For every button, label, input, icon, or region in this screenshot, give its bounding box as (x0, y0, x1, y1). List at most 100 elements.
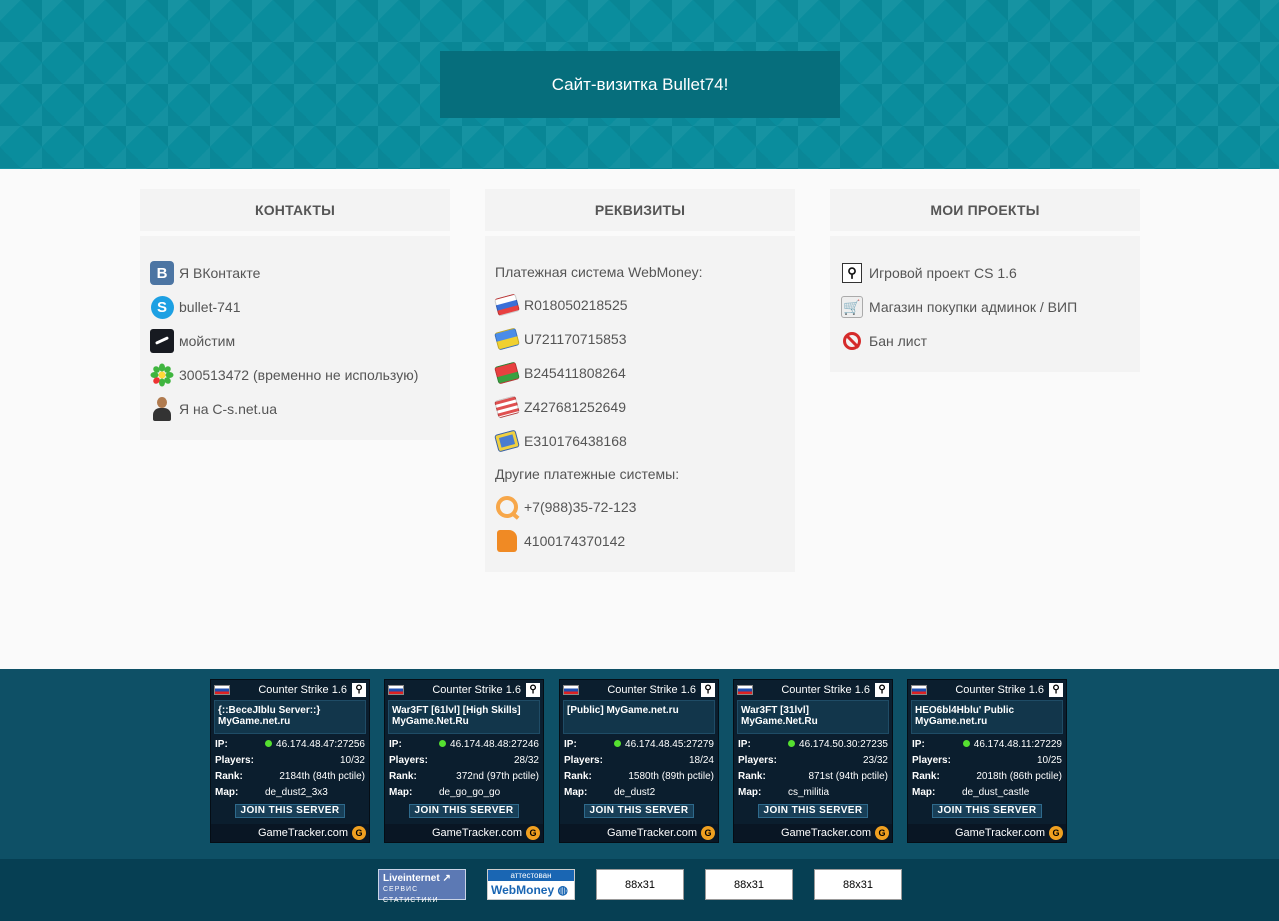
gametracker-link[interactable]: GameTracker.com G (734, 824, 892, 842)
wallet-number: +7(988)35-72-123 (524, 499, 637, 515)
ip-label: IP: (389, 738, 402, 750)
online-status-icon (962, 740, 970, 748)
wallet-number: U721170715853 (524, 331, 627, 347)
contact-label: bullet-741 (179, 299, 241, 315)
join-server-button[interactable]: JOIN THIS SERVER (584, 804, 694, 818)
rank-label: Rank: (738, 770, 766, 782)
wmb-wallet-icon (494, 361, 520, 385)
wallet-number: E310176438168 (524, 433, 627, 449)
gametracker-logo-icon: G (352, 826, 366, 840)
vk-icon: В (150, 261, 174, 285)
server-rank: 871st (94th pctile) (808, 770, 889, 782)
contact-csnet-link[interactable]: Я на C-s.net.ua (150, 392, 440, 426)
server-name-text: {::BeceJIblu Server::} MyGame.net.ru (218, 705, 321, 727)
contact-steam-link[interactable]: мойстим (150, 324, 440, 358)
counter-strike-icon: ⚲ (701, 682, 715, 697)
map-label: Map: (738, 786, 762, 798)
map-label: Map: (215, 786, 239, 798)
contact-label: мойстим (179, 333, 236, 349)
project-banlist-link[interactable]: Бан лист (840, 324, 1130, 358)
players-label: Players: (389, 754, 428, 766)
server-players: 10/25 (1036, 754, 1062, 766)
players-label: Players: (215, 754, 254, 766)
yandex-wallet: 4100174370142 (495, 524, 785, 558)
projects-list: ⚲ Игровой проект CS 1.6 🛒 Магазин покупк… (830, 236, 1140, 372)
server-rank: 2018th (86th pctile) (976, 770, 1062, 782)
other-payments-title: Другие платежные системы: (495, 466, 680, 482)
join-server-button[interactable]: JOIN THIS SERVER (758, 804, 868, 818)
server-players: 10/32 (339, 754, 365, 766)
yandex-money-icon (495, 529, 519, 553)
server-name[interactable]: [Public] MyGame.net.ru (563, 700, 715, 734)
contacts-section: КОНТАКТЫ В Я ВКонтакте S bullet-741 мойс… (140, 189, 450, 440)
gametracker-link[interactable]: GameTracker.com G (211, 824, 369, 842)
server-game: Counter Strike 1.6 (607, 683, 696, 696)
project-cs-link[interactable]: ⚲ Игровой проект CS 1.6 (840, 256, 1130, 290)
wallet-e: E310176438168 (494, 424, 785, 458)
project-label: Бан лист (869, 333, 927, 349)
server-ip: 46.174.48.48:27246 (450, 738, 539, 750)
server-name-text: HEO6bl4Hblu' Public MyGame.net.ru (915, 705, 1015, 727)
counter-strike-icon: ⚲ (352, 682, 366, 697)
wallet-z: Z427681252649 (494, 390, 785, 424)
players-label: Players: (738, 754, 777, 766)
project-label: Магазин покупки админок / ВИП (869, 299, 1078, 315)
gametracker-link[interactable]: GameTracker.com G (385, 824, 543, 842)
requisites-list: Платежная система WebMoney: R01805021852… (485, 236, 795, 572)
requisites-section: РЕКВИЗИТЫ Платежная система WebMoney: R0… (485, 189, 795, 572)
online-status-icon (788, 740, 796, 748)
globe-icon: ◍ (557, 883, 568, 897)
banner-placeholder[interactable]: 88x31 (705, 869, 793, 900)
liveinternet-counter[interactable]: Liveinternet ↗ СЕРВИС СТАТИСТИКИ (378, 869, 466, 904)
online-status-icon (439, 740, 447, 748)
contact-icq-link[interactable]: 300513472 (временно не использую) (150, 358, 440, 392)
project-shop-link[interactable]: 🛒 Магазин покупки админок / ВИП (840, 290, 1130, 324)
rank-label: Rank: (389, 770, 417, 782)
shopping-cart-icon: 🛒 (840, 295, 864, 319)
server-card: Counter Strike 1.6 ⚲ War3FT [61lvl] [High… (384, 679, 544, 843)
counter-strike-icon: ⚲ (875, 682, 889, 697)
server-map: de_dust2_3x3 (265, 786, 328, 798)
liveinternet-title: Liveinternet (383, 873, 440, 884)
rank-label: Rank: (564, 770, 592, 782)
contact-label: Я ВКонтакте (179, 265, 261, 281)
map-label: Map: (389, 786, 413, 798)
map-label: Map: (564, 786, 588, 798)
qiwi-wallet: +7(988)35-72-123 (495, 490, 785, 524)
webmoney-attestat-badge[interactable]: аттестован WebMoney ◍ (487, 869, 575, 900)
ip-label: IP: (215, 738, 228, 750)
ban-icon (840, 329, 864, 353)
server-name[interactable]: War3FT [61lvl] [High Skills] MyGame.Net.… (388, 700, 540, 734)
server-map: de_dust2 (614, 786, 656, 798)
site-title: Сайт-визитка Bullet74! (440, 51, 840, 118)
join-server-button[interactable]: JOIN THIS SERVER (932, 804, 1042, 818)
arrow-icon: ↗ (442, 873, 451, 884)
server-card: Counter Strike 1.6 ⚲ HEO6bl4Hblu' Public … (907, 679, 1067, 843)
server-players: 23/32 (862, 754, 888, 766)
projects-heading: МОИ ПРОЕКТЫ (830, 189, 1140, 231)
wallet-b: B245411808264 (494, 356, 785, 390)
server-name[interactable]: {::BeceJIblu Server::} MyGame.net.ru (214, 700, 366, 734)
players-label: Players: (564, 754, 603, 766)
wallet-r: R018050218525 (494, 288, 785, 322)
russia-flag-icon (737, 684, 753, 695)
banner-placeholder[interactable]: 88x31 (596, 869, 684, 900)
wallet-u: U721170715853 (494, 322, 785, 356)
server-name[interactable]: War3FT [31lvl] MyGame.Net.Ru (737, 700, 889, 734)
server-name[interactable]: HEO6bl4Hblu' Public MyGame.net.ru (911, 700, 1063, 734)
server-map: de_dust_castle (962, 786, 1030, 798)
players-label: Players: (912, 754, 951, 766)
server-card: Counter Strike 1.6 ⚲ [Public] MyGame.net.… (559, 679, 719, 843)
gametracker-link[interactable]: GameTracker.com G (560, 824, 718, 842)
contact-skype-link[interactable]: S bullet-741 (150, 290, 440, 324)
steam-icon (150, 329, 174, 353)
gametracker-link[interactable]: GameTracker.com G (908, 824, 1066, 842)
join-server-button[interactable]: JOIN THIS SERVER (409, 804, 519, 818)
wallet-number: Z427681252649 (524, 399, 626, 415)
server-players: 28/32 (513, 754, 539, 766)
contact-vk-link[interactable]: В Я ВКонтакте (150, 256, 440, 290)
banner-placeholder[interactable]: 88x31 (814, 869, 902, 900)
counter-strike-icon: ⚲ (840, 261, 864, 285)
join-server-button[interactable]: JOIN THIS SERVER (235, 804, 345, 818)
gametracker-logo-icon: G (526, 826, 540, 840)
